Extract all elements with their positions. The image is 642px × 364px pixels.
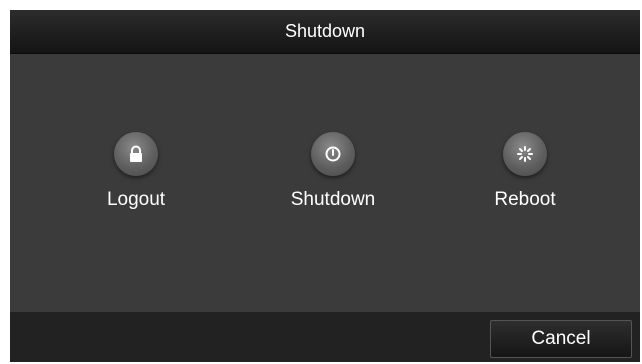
lock-icon bbox=[130, 145, 142, 162]
shutdown-label: Shutdown bbox=[290, 189, 376, 210]
cancel-button[interactable]: Cancel bbox=[490, 320, 632, 358]
reboot-button[interactable] bbox=[503, 132, 547, 176]
dialog-title-bar: Shutdown bbox=[10, 10, 640, 54]
logout-option[interactable]: Logout bbox=[66, 132, 206, 211]
logout-button[interactable] bbox=[114, 132, 158, 176]
dialog-footer: Cancel bbox=[10, 312, 640, 362]
dialog-content: Logout Shutdown Reboot bbox=[10, 54, 640, 312]
shutdown-button[interactable] bbox=[311, 132, 355, 176]
shutdown-option[interactable]: Shutdown bbox=[263, 132, 403, 211]
dialog-title: Shutdown bbox=[284, 21, 366, 41]
power-icon bbox=[325, 146, 341, 162]
reboot-option[interactable]: Reboot bbox=[455, 132, 595, 211]
reboot-label: Reboot bbox=[494, 189, 556, 210]
shutdown-dialog: Shutdown Logout Shutdown Reboot Cancel bbox=[10, 10, 640, 362]
logout-label: Logout bbox=[106, 189, 166, 210]
reboot-icon bbox=[517, 146, 533, 162]
